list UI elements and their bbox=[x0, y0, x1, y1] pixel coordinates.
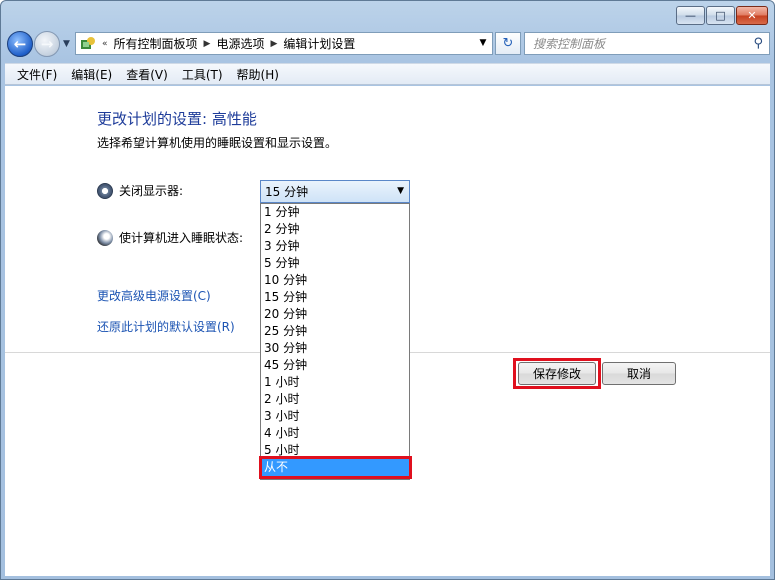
restore-defaults-link[interactable]: 还原此计划的默认设置(R) bbox=[97, 318, 235, 335]
window-frame: — □ ✕ ← → ▼ « 所有控制面板项 ▶ 电源选项 ▶ 编辑计划设置 ▼ … bbox=[0, 0, 775, 580]
maximize-button[interactable]: □ bbox=[706, 6, 735, 25]
chevron-right-icon[interactable]: ▶ bbox=[270, 39, 277, 49]
menu-edit[interactable]: 编辑(E) bbox=[64, 66, 119, 83]
navigation-bar: ← → ▼ « 所有控制面板项 ▶ 电源选项 ▶ 编辑计划设置 ▼ ↻ 搜索控制… bbox=[5, 29, 770, 59]
forward-button[interactable]: → bbox=[34, 31, 60, 57]
sleep-setting-row: 使计算机进入睡眠状态: bbox=[97, 229, 243, 246]
dropdown-option[interactable]: 5 分钟 bbox=[261, 255, 409, 272]
dropdown-option[interactable]: 30 分钟 bbox=[261, 340, 409, 357]
chevron-down-icon: ▼ bbox=[397, 186, 404, 196]
search-input[interactable]: 搜索控制面板 ⚲ bbox=[524, 32, 770, 55]
menu-bar: 文件(F) 编辑(E) 查看(V) 工具(T) 帮助(H) bbox=[5, 63, 770, 85]
display-clock-icon bbox=[97, 182, 113, 199]
recent-pages-dropdown[interactable]: ▼ bbox=[63, 39, 70, 49]
arrow-right-icon: → bbox=[40, 35, 54, 53]
dropdown-option[interactable]: 1 小时 bbox=[261, 374, 409, 391]
advanced-power-settings-link[interactable]: 更改高级电源设置(C) bbox=[97, 287, 211, 304]
dropdown-option[interactable]: 3 小时 bbox=[261, 408, 409, 425]
dropdown-option[interactable]: 4 小时 bbox=[261, 425, 409, 442]
breadcrumb-edit-plan[interactable]: 编辑计划设置 bbox=[283, 35, 355, 52]
arrow-left-icon: ← bbox=[13, 35, 27, 53]
menu-file[interactable]: 文件(F) bbox=[10, 66, 64, 83]
sleep-label: 使计算机进入睡眠状态: bbox=[119, 231, 244, 245]
dropdown-option[interactable]: 2 小时 bbox=[261, 391, 409, 408]
content-pane: 更改计划的设置: 高性能 选择希望计算机使用的睡眠设置和显示设置。 关闭显示器:… bbox=[5, 86, 770, 576]
display-off-label: 关闭显示器: bbox=[119, 184, 184, 198]
cancel-button[interactable]: 取消 bbox=[602, 362, 676, 385]
highlight-box-never bbox=[259, 456, 412, 479]
dropdown-option[interactable]: 15 分钟 bbox=[261, 289, 409, 306]
address-dropdown-button[interactable]: ▼ bbox=[475, 33, 491, 52]
sleep-moon-icon bbox=[97, 229, 113, 246]
dropdown-option[interactable]: 45 分钟 bbox=[261, 357, 409, 374]
search-icon[interactable]: ⚲ bbox=[753, 36, 763, 51]
menu-tools[interactable]: 工具(T) bbox=[175, 66, 230, 83]
menu-view[interactable]: 查看(V) bbox=[119, 66, 175, 83]
refresh-icon: ↻ bbox=[502, 36, 514, 51]
highlight-box-save bbox=[513, 358, 601, 389]
chevron-right-icon[interactable]: ▶ bbox=[204, 39, 211, 49]
address-overflow[interactable]: « bbox=[102, 39, 108, 49]
dropdown-option[interactable]: 2 分钟 bbox=[261, 221, 409, 238]
display-off-dropdown-list[interactable]: 1 分钟 2 分钟 3 分钟 5 分钟 10 分钟 15 分钟 20 分钟 25… bbox=[260, 203, 410, 480]
page-title: 更改计划的设置: 高性能 bbox=[97, 110, 257, 128]
close-button[interactable]: ✕ bbox=[736, 6, 768, 25]
dropdown-option[interactable]: 1 分钟 bbox=[261, 204, 409, 221]
menu-help[interactable]: 帮助(H) bbox=[230, 66, 286, 83]
chevron-down-icon: ▼ bbox=[479, 37, 487, 48]
control-panel-icon bbox=[80, 36, 96, 52]
minimize-button[interactable]: — bbox=[676, 6, 705, 25]
dropdown-option[interactable]: 3 分钟 bbox=[261, 238, 409, 255]
dropdown-option[interactable]: 25 分钟 bbox=[261, 323, 409, 340]
dropdown-option[interactable]: 20 分钟 bbox=[261, 306, 409, 323]
dropdown-option[interactable]: 10 分钟 bbox=[261, 272, 409, 289]
back-button[interactable]: ← bbox=[7, 31, 33, 57]
page-subtitle: 选择希望计算机使用的睡眠设置和显示设置。 bbox=[97, 136, 338, 150]
breadcrumb-all-items[interactable]: 所有控制面板项 bbox=[114, 35, 198, 52]
display-setting-row: 关闭显示器: bbox=[97, 182, 183, 199]
address-bar[interactable]: « 所有控制面板项 ▶ 电源选项 ▶ 编辑计划设置 bbox=[75, 32, 493, 55]
breadcrumb-power-options[interactable]: 电源选项 bbox=[216, 35, 264, 52]
title-bar: — □ ✕ bbox=[1, 1, 774, 31]
search-placeholder: 搜索控制面板 bbox=[533, 37, 606, 51]
display-off-value: 15 分钟 bbox=[265, 185, 309, 199]
refresh-button[interactable]: ↻ bbox=[495, 32, 521, 55]
display-off-select[interactable]: 15 分钟 ▼ bbox=[260, 180, 410, 203]
